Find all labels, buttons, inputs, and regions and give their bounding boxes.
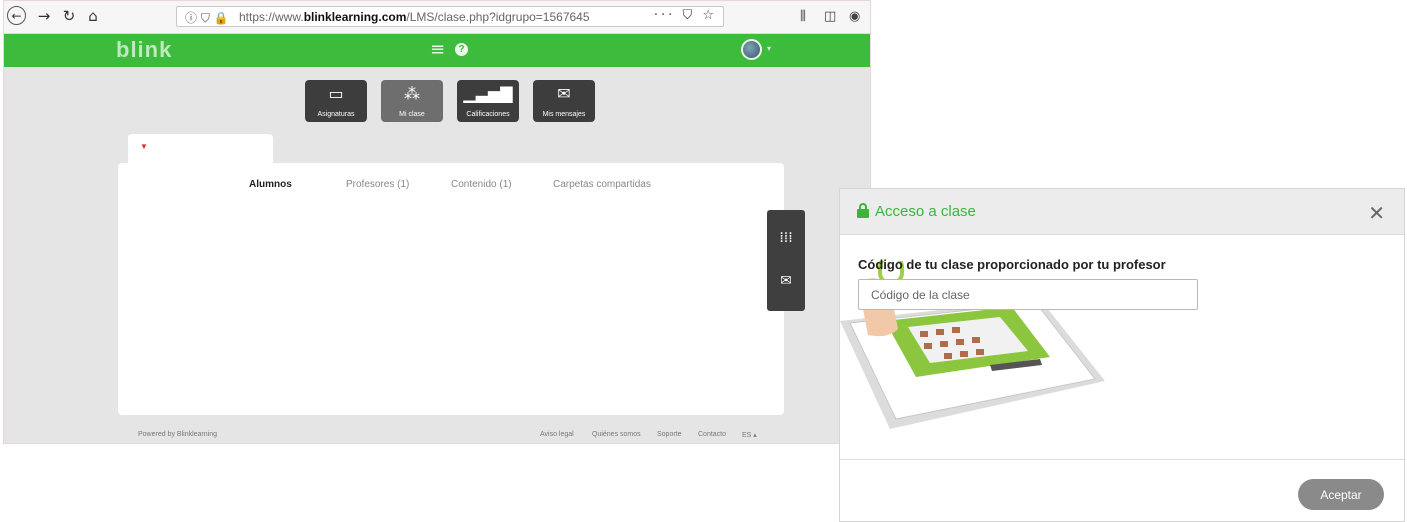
close-icon[interactable]: ✕ bbox=[1368, 201, 1385, 225]
calificaciones-label: Calificaciones bbox=[466, 111, 510, 118]
tab-profesores[interactable]: Profesores (1) bbox=[346, 179, 409, 190]
side-actions: ⁞⁞⁞ ✉ bbox=[767, 210, 805, 311]
class-code-label: Código de tu clase proporcionado por tu … bbox=[858, 257, 1166, 272]
tab-contenido[interactable]: Contenido (1) bbox=[451, 179, 512, 190]
class-panel bbox=[118, 163, 784, 415]
mi-clase-label: Mi clase bbox=[399, 111, 425, 118]
asignaturas-label: Asignaturas bbox=[317, 111, 355, 118]
sidebar-icon[interactable]: ◫ bbox=[824, 9, 836, 24]
menu-icon[interactable]: ≡ bbox=[430, 39, 445, 60]
bars-icon: ▁▃▅▇ bbox=[463, 84, 513, 103]
app-header: blink ≡ ? ▾ bbox=[4, 34, 870, 67]
envelope-icon[interactable]: ✉ bbox=[767, 273, 805, 289]
chevron-down-icon[interactable]: ▾ bbox=[767, 44, 771, 53]
blink-logo[interactable]: blink bbox=[116, 37, 172, 63]
mis-mensajes-label: Mis mensajes bbox=[542, 111, 586, 118]
help-icon[interactable]: ? bbox=[455, 43, 468, 56]
avatar[interactable] bbox=[741, 39, 762, 60]
class-icon: ⁂ bbox=[404, 84, 420, 103]
asignaturas-button[interactable]: ▭ Asignaturas bbox=[305, 80, 367, 122]
library-icon[interactable]: ⫼ bbox=[800, 9, 806, 24]
dialog-header: Acceso a clase ✕ bbox=[840, 189, 1404, 235]
language-selector[interactable]: ES ▴ bbox=[742, 431, 757, 439]
browser-window: ← → ↻ ⌂ ⓘ ⛉ 🔒 https://www.blinklearning.… bbox=[3, 0, 871, 444]
add-class-icon[interactable]: ⁞⁞⁞ bbox=[767, 230, 805, 246]
caret-down-icon[interactable]: ▼ bbox=[140, 142, 148, 151]
footer-link-quienes[interactable]: Quiénes somos bbox=[592, 431, 641, 438]
dialog-title: Acceso a clase bbox=[875, 203, 976, 220]
footer-link-contacto[interactable]: Contacto bbox=[698, 431, 726, 438]
footer-link-soporte[interactable]: Soporte bbox=[657, 431, 682, 438]
page-actions-icon[interactable]: ··· ⛉ ☆ bbox=[654, 8, 717, 23]
forward-button[interactable]: → bbox=[34, 6, 54, 26]
dialog-divider bbox=[840, 459, 1404, 460]
url-text: https://www.blinklearning.com/LMS/clase.… bbox=[239, 10, 590, 24]
aceptar-button[interactable]: Aceptar bbox=[1298, 479, 1384, 510]
url-bar[interactable]: ⓘ ⛉ 🔒 https://www.blinklearning.com/LMS/… bbox=[176, 6, 724, 27]
mis-mensajes-button[interactable]: ✉ Mis mensajes bbox=[533, 80, 595, 122]
monitor-icon: ▭ bbox=[328, 84, 344, 103]
reload-button[interactable]: ↻ bbox=[59, 6, 79, 26]
account-icon[interactable]: ◉ bbox=[849, 9, 860, 24]
site-info-icon[interactable]: ⓘ ⛉ 🔒 bbox=[185, 9, 229, 26]
class-code-input[interactable] bbox=[858, 279, 1198, 310]
class-selector-tab[interactable]: ▼ bbox=[128, 134, 273, 164]
mi-clase-button[interactable]: ⁂ Mi clase bbox=[381, 80, 443, 122]
lock-icon bbox=[857, 203, 869, 218]
powered-by[interactable]: Powered by Blinklearning bbox=[138, 431, 217, 438]
tab-alumnos[interactable]: Alumnos bbox=[249, 179, 292, 190]
footer-link-aviso[interactable]: Aviso legal bbox=[540, 431, 574, 438]
browser-toolbar: ← → ↻ ⌂ ⓘ ⛉ 🔒 https://www.blinklearning.… bbox=[4, 1, 870, 34]
acceso-a-clase-dialog: Acceso a clase ✕ Código de tu clase prop… bbox=[839, 188, 1405, 522]
envelope-icon: ✉ bbox=[557, 84, 571, 103]
tab-carpetas-compartidas[interactable]: Carpetas compartidas bbox=[553, 179, 651, 190]
home-button[interactable]: ⌂ bbox=[83, 6, 103, 26]
lock-icon: 🔒 bbox=[213, 11, 229, 25]
back-button[interactable]: ← bbox=[7, 6, 26, 25]
calificaciones-button[interactable]: ▁▃▅▇ Calificaciones bbox=[457, 80, 519, 122]
